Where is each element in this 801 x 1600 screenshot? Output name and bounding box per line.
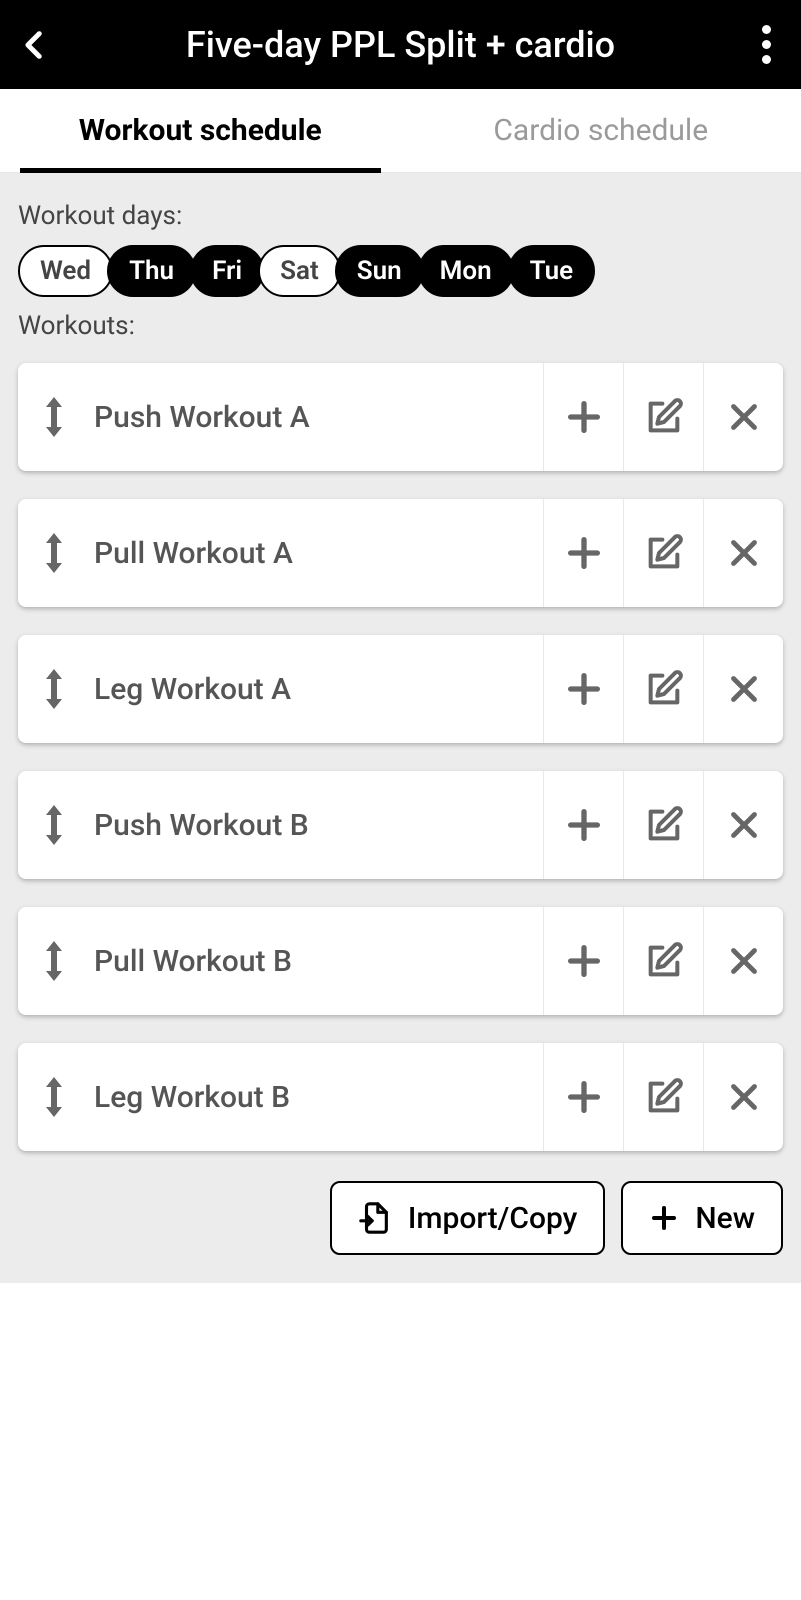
edit-workout-button[interactable] xyxy=(623,363,703,471)
plus-icon xyxy=(564,941,604,981)
edit-icon xyxy=(644,805,684,845)
workout-days-label: Workout days: xyxy=(18,201,783,231)
add-exercise-button[interactable] xyxy=(543,907,623,1015)
add-exercise-button[interactable] xyxy=(543,499,623,607)
edit-icon xyxy=(644,941,684,981)
drag-handle[interactable] xyxy=(18,1043,90,1151)
close-icon xyxy=(726,943,762,979)
day-pill-sun[interactable]: Sun xyxy=(335,245,424,297)
delete-workout-button[interactable] xyxy=(703,363,783,471)
drag-vertical-icon xyxy=(42,397,66,437)
day-pill-mon[interactable]: Mon xyxy=(418,245,514,297)
drag-vertical-icon xyxy=(42,533,66,573)
more-menu-button[interactable] xyxy=(741,20,791,70)
drag-vertical-icon xyxy=(42,669,66,709)
tab-workout-schedule[interactable]: Workout schedule xyxy=(0,89,401,172)
workout-list: Push Workout A Pul xyxy=(18,363,783,1151)
edit-icon xyxy=(644,669,684,709)
drag-handle[interactable] xyxy=(18,907,90,1015)
workout-card: Leg Workout B xyxy=(18,1043,783,1151)
edit-workout-button[interactable] xyxy=(623,771,703,879)
delete-workout-button[interactable] xyxy=(703,635,783,743)
workout-name: Leg Workout A xyxy=(90,635,543,743)
add-exercise-button[interactable] xyxy=(543,771,623,879)
day-selector: Wed Thu Fri Sat Sun Mon Tue xyxy=(18,245,783,297)
drag-handle[interactable] xyxy=(18,499,90,607)
workout-name: Leg Workout B xyxy=(90,1043,543,1151)
add-exercise-button[interactable] xyxy=(543,635,623,743)
plus-icon xyxy=(564,669,604,709)
day-pill-tue[interactable]: Tue xyxy=(508,245,595,297)
workout-card: Push Workout B xyxy=(18,771,783,879)
delete-workout-button[interactable] xyxy=(703,1043,783,1151)
drag-handle[interactable] xyxy=(18,771,90,879)
drag-handle[interactable] xyxy=(18,635,90,743)
workout-card: Pull Workout A xyxy=(18,499,783,607)
import-icon xyxy=(358,1201,392,1235)
day-pill-wed[interactable]: Wed xyxy=(18,245,113,297)
plus-icon xyxy=(649,1203,679,1233)
import-copy-label: Import/Copy xyxy=(408,1201,578,1236)
day-pill-sat[interactable]: Sat xyxy=(258,245,341,297)
dots-vertical-icon xyxy=(762,25,771,34)
workout-card: Push Workout A xyxy=(18,363,783,471)
drag-vertical-icon xyxy=(42,805,66,845)
edit-icon xyxy=(644,533,684,573)
delete-workout-button[interactable] xyxy=(703,771,783,879)
back-button[interactable] xyxy=(10,20,60,70)
drag-vertical-icon xyxy=(42,1077,66,1117)
app-header: Five-day PPL Split + cardio xyxy=(0,0,801,89)
close-icon xyxy=(726,671,762,707)
workout-card: Leg Workout A xyxy=(18,635,783,743)
new-workout-button[interactable]: New xyxy=(621,1181,783,1255)
drag-handle[interactable] xyxy=(18,363,90,471)
page-title: Five-day PPL Split + cardio xyxy=(60,24,741,66)
add-exercise-button[interactable] xyxy=(543,1043,623,1151)
drag-vertical-icon xyxy=(42,941,66,981)
day-pill-fri[interactable]: Fri xyxy=(190,245,264,297)
footer-actions: Import/Copy New xyxy=(18,1181,783,1255)
chevron-left-icon xyxy=(18,20,52,70)
tab-bar: Workout schedule Cardio schedule xyxy=(0,89,801,173)
add-exercise-button[interactable] xyxy=(543,363,623,471)
edit-icon xyxy=(644,1077,684,1117)
workout-name: Push Workout B xyxy=(90,771,543,879)
new-label: New xyxy=(695,1201,755,1236)
workout-name: Push Workout A xyxy=(90,363,543,471)
edit-workout-button[interactable] xyxy=(623,907,703,1015)
edit-workout-button[interactable] xyxy=(623,635,703,743)
workout-name: Pull Workout A xyxy=(90,499,543,607)
workout-card: Pull Workout B xyxy=(18,907,783,1015)
close-icon xyxy=(726,399,762,435)
content-panel: Workout days: Wed Thu Fri Sat Sun Mon Tu… xyxy=(0,173,801,1283)
close-icon xyxy=(726,535,762,571)
delete-workout-button[interactable] xyxy=(703,499,783,607)
edit-icon xyxy=(644,397,684,437)
delete-workout-button[interactable] xyxy=(703,907,783,1015)
close-icon xyxy=(726,807,762,843)
day-pill-thu[interactable]: Thu xyxy=(107,245,196,297)
plus-icon xyxy=(564,1077,604,1117)
tab-cardio-schedule[interactable]: Cardio schedule xyxy=(401,89,801,172)
import-copy-button[interactable]: Import/Copy xyxy=(330,1181,606,1255)
edit-workout-button[interactable] xyxy=(623,499,703,607)
edit-workout-button[interactable] xyxy=(623,1043,703,1151)
workout-name: Pull Workout B xyxy=(90,907,543,1015)
workouts-label: Workouts: xyxy=(18,311,783,341)
plus-icon xyxy=(564,397,604,437)
close-icon xyxy=(726,1079,762,1115)
plus-icon xyxy=(564,533,604,573)
plus-icon xyxy=(564,805,604,845)
